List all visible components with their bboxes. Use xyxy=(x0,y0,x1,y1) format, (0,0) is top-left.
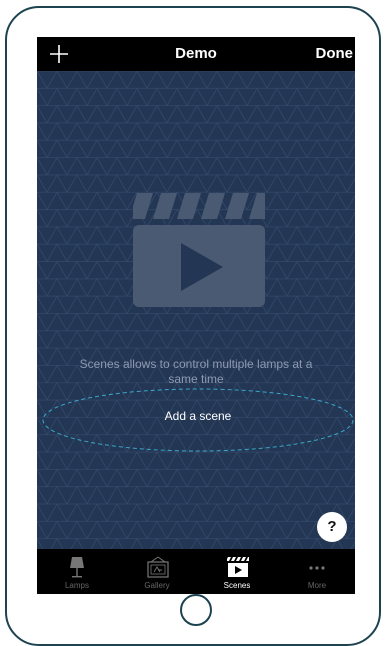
gallery-icon xyxy=(147,556,169,578)
lamp-icon xyxy=(70,557,84,578)
app-screen: Demo Done Scenes allows to control multi… xyxy=(37,37,355,594)
plus-icon[interactable] xyxy=(47,42,71,66)
clapperboard-play-icon xyxy=(133,193,265,307)
tab-lamps[interactable]: Lamps xyxy=(37,549,117,594)
tab-bar: Lamps Gallery Scenes More xyxy=(37,549,355,594)
clapperboard-icon xyxy=(227,557,249,577)
ellipsis-icon xyxy=(309,566,325,570)
done-button[interactable]: Done xyxy=(316,45,354,62)
tab-more[interactable]: More xyxy=(277,549,355,594)
tab-label: More xyxy=(307,581,327,590)
add-scene-button[interactable]: Add a scene xyxy=(41,387,355,453)
tab-label: Scenes xyxy=(223,581,251,590)
tab-label: Lamps xyxy=(64,581,89,590)
empty-state-hint: Scenes allows to control multiple lamps … xyxy=(79,357,313,386)
home-button[interactable] xyxy=(180,594,212,626)
triangle-grid-background xyxy=(37,71,355,586)
tab-label: Gallery xyxy=(144,581,170,590)
tab-gallery[interactable]: Gallery xyxy=(117,549,197,594)
navigation-bar: Demo Done xyxy=(37,37,355,71)
add-scene-label: Add a scene xyxy=(164,409,232,423)
page-title: Demo xyxy=(175,45,217,62)
help-button[interactable]: ? xyxy=(317,512,347,542)
tab-scenes[interactable]: Scenes xyxy=(197,549,277,594)
